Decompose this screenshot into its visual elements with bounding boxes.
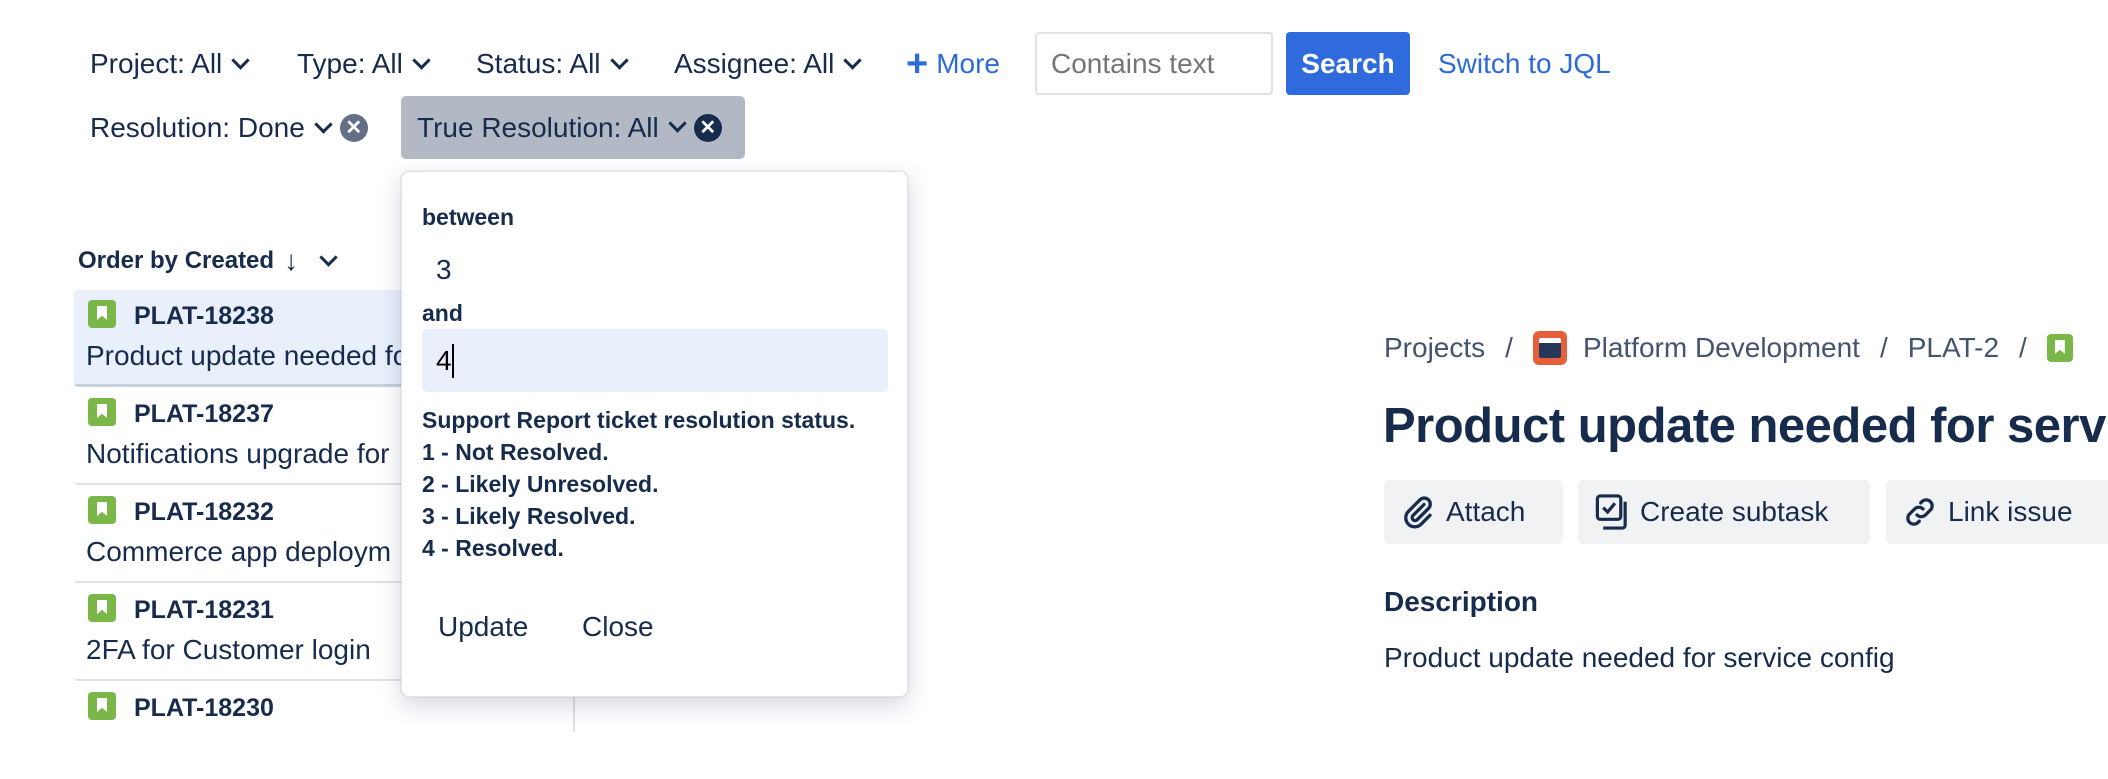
link-issue-button[interactable]: Link issue — [1886, 480, 2108, 544]
issue-key: PLAT-18231 — [134, 596, 274, 624]
search-button[interactable]: Search — [1286, 32, 1410, 95]
story-icon — [88, 692, 116, 720]
project-filter-label: Project: All — [90, 48, 223, 79]
order-by-label: Order by Created — [78, 247, 275, 274]
clear-resolution-icon[interactable]: ✕ — [339, 114, 368, 142]
and-label: and — [422, 300, 463, 326]
story-icon — [88, 594, 116, 622]
breadcrumb: Projects / Platform Development / PLAT-2… — [1384, 330, 2073, 366]
description-heading: Description — [1384, 586, 1539, 617]
help-line: 1 - Not Resolved. — [422, 439, 609, 465]
issue-key: PLAT-18238 — [134, 302, 274, 330]
search-input[interactable] — [1035, 32, 1273, 95]
true-resolution-filter[interactable]: True Resolution: All ✕ — [401, 96, 745, 159]
issue-title[interactable]: Product update needed for service — [1383, 398, 2108, 454]
chevron-down-icon — [668, 114, 687, 133]
link-issue-label: Link issue — [1948, 496, 2073, 527]
issue-summary: Commerce app deploym — [86, 536, 392, 567]
issue-key: PLAT-18230 — [134, 694, 274, 722]
chevron-down-icon — [314, 114, 333, 134]
status-filter-label: Status: All — [476, 48, 601, 79]
project-filter[interactable]: Project: All — [90, 44, 250, 84]
type-filter-label: Type: All — [297, 48, 403, 79]
create-subtask-button[interactable]: Create subtask — [1578, 480, 1870, 544]
breadcrumb-separator: / — [1505, 332, 1513, 363]
issue-summary: 2FA for Customer login — [86, 634, 371, 665]
resolution-filter[interactable]: Resolution: Done ✕ — [90, 108, 368, 148]
plus-icon: + — [906, 43, 929, 85]
status-filter[interactable]: Status: All — [476, 44, 629, 84]
more-filters-label: More — [936, 48, 1000, 79]
clear-true-resolution-icon[interactable]: ✕ — [693, 113, 722, 142]
help-line: 2 - Likely Unresolved. — [422, 471, 659, 497]
help-line: 4 - Resolved. — [422, 535, 564, 561]
story-icon — [88, 300, 116, 328]
link-icon — [1906, 498, 1934, 526]
project-icon — [1532, 331, 1567, 365]
help-text: Support Report ticket resolution status.… — [422, 404, 855, 564]
chevron-down-icon[interactable] — [319, 247, 338, 267]
switch-to-jql-link[interactable]: Switch to JQL — [1438, 44, 1611, 84]
breadcrumb-projects[interactable]: Projects — [1384, 332, 1485, 364]
issue-key: PLAT-18237 — [134, 400, 274, 428]
from-value-input[interactable] — [422, 238, 888, 301]
create-subtask-label: Create subtask — [1640, 496, 1829, 527]
between-label: between — [422, 204, 515, 230]
order-by-button[interactable]: Order by Created ↓ — [78, 244, 338, 278]
assignee-filter-label: Assignee: All — [674, 48, 835, 79]
type-filter[interactable]: Type: All — [297, 44, 431, 84]
help-line: 3 - Likely Resolved. — [422, 503, 636, 529]
breadcrumb-parent[interactable]: PLAT-2 — [1908, 332, 1999, 364]
true-resolution-filter-label: True Resolution: All — [417, 111, 659, 143]
resolution-filter-label: Resolution: Done — [90, 112, 305, 143]
chevron-down-icon — [843, 50, 863, 70]
chevron-down-icon — [412, 50, 431, 70]
description-text[interactable]: Product update needed for service config — [1384, 642, 1895, 674]
breadcrumb-separator: / — [2019, 332, 2027, 363]
update-button[interactable]: Update — [438, 602, 528, 652]
close-button[interactable]: Close — [582, 602, 654, 652]
story-icon — [88, 398, 116, 426]
to-value-input[interactable] — [422, 329, 888, 392]
story-icon[interactable] — [2046, 334, 2073, 362]
issue-summary: Notifications upgrade for — [86, 438, 390, 469]
more-filters-button[interactable]: + More — [906, 44, 1000, 84]
text-cursor — [452, 344, 454, 378]
chevron-down-icon — [231, 50, 250, 70]
issue-key: PLAT-18232 — [134, 498, 274, 526]
true-resolution-popup: between and Support Report ticket resolu… — [401, 171, 908, 697]
help-line: Support Report ticket resolution status. — [422, 407, 856, 433]
sort-descending-icon[interactable]: ↓ — [284, 245, 298, 277]
story-icon — [88, 496, 116, 524]
breadcrumb-separator: / — [1879, 332, 1888, 363]
chevron-down-icon — [609, 50, 629, 70]
attach-label: Attach — [1446, 496, 1526, 527]
breadcrumb-project[interactable]: Platform Development — [1583, 332, 1860, 364]
subtask-icon — [1595, 494, 1627, 530]
paperclip-icon — [1404, 496, 1432, 529]
attach-button[interactable]: Attach — [1384, 480, 1563, 544]
assignee-filter[interactable]: Assignee: All — [674, 44, 863, 84]
